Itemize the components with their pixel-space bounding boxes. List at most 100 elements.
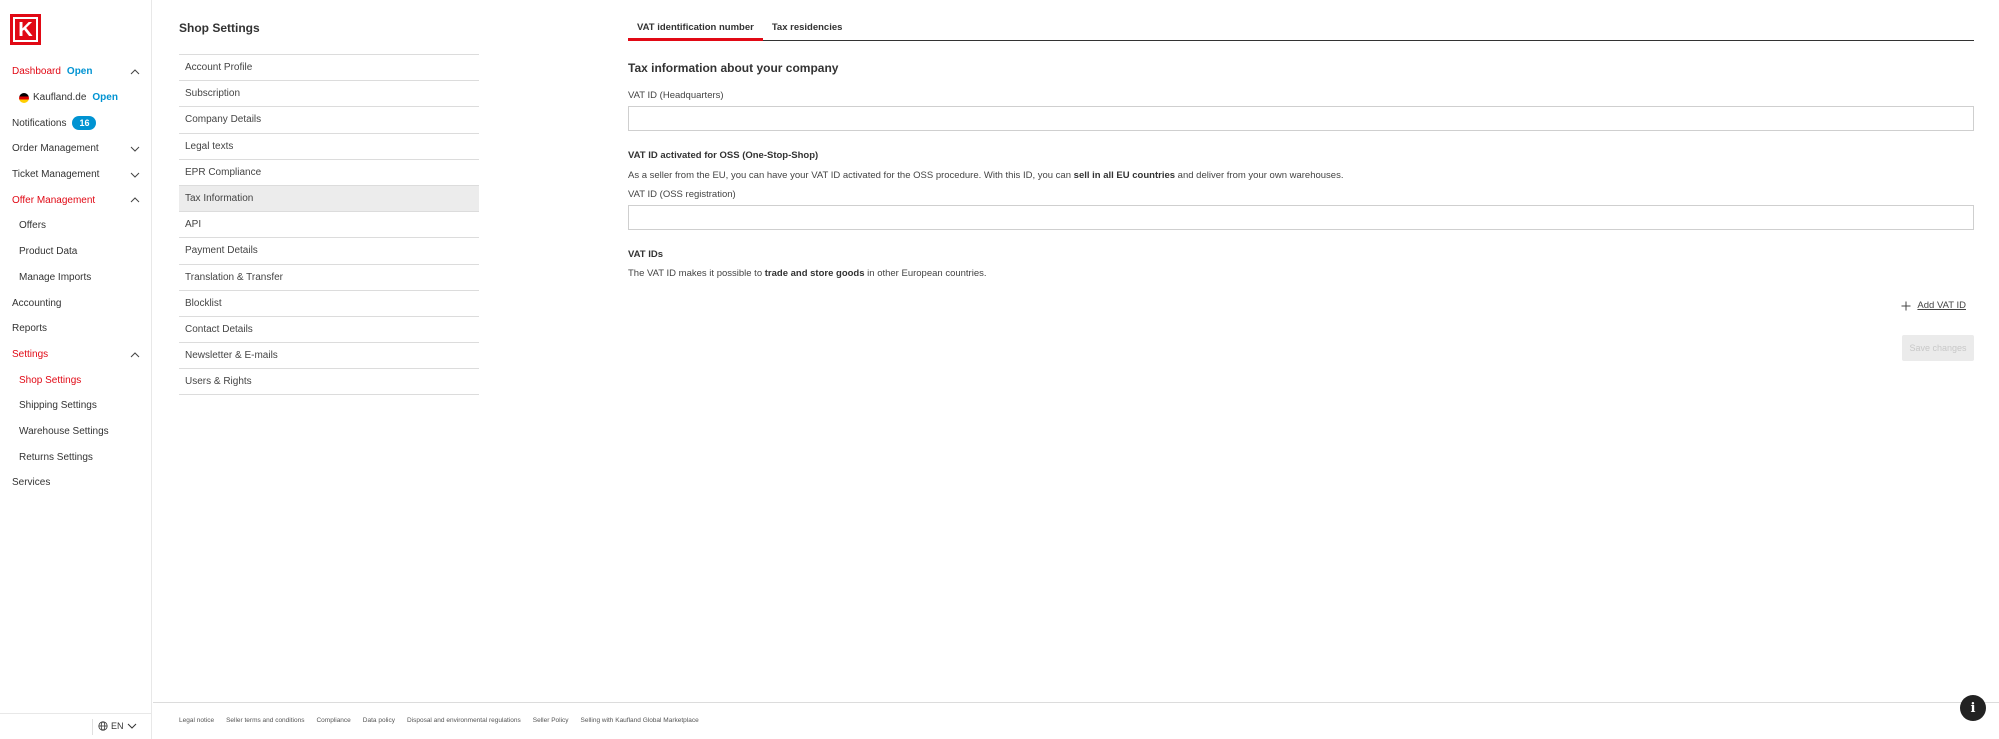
oss-text-1: As a seller from the EU, you can have yo… bbox=[628, 170, 1074, 181]
settings-item-api[interactable]: API bbox=[179, 212, 479, 239]
sidebar-item-label: Services bbox=[12, 477, 51, 489]
sidebar-item-label: Kaufland.de bbox=[33, 92, 87, 104]
oss-text-2: and deliver from your own warehouses. bbox=[1175, 170, 1344, 181]
sidebar-item-label: Returns Settings bbox=[19, 451, 93, 463]
sidebar-item-label: Dashboard bbox=[12, 66, 61, 78]
settings-item-blocklist[interactable]: Blocklist bbox=[179, 291, 479, 317]
sidebar-item-ticket-management[interactable]: Ticket Management bbox=[0, 162, 152, 188]
vat-ids-text-bold: trade and store goods bbox=[764, 268, 865, 279]
plus-icon bbox=[1901, 301, 1911, 310]
sidebar-item-shipping-settings[interactable]: Shipping Settings bbox=[0, 393, 152, 419]
settings-item-subscription[interactable]: Subscription bbox=[179, 81, 479, 108]
sidebar-nav: Dashboard Open Kaufland.de Open Notification… bbox=[0, 59, 152, 496]
sidebar-item-manage-imports[interactable]: Manage Imports bbox=[0, 265, 152, 291]
logo-letter: K bbox=[13, 17, 38, 42]
sidebar-item-services[interactable]: Services bbox=[0, 470, 152, 496]
language-selector[interactable]: EN bbox=[92, 719, 137, 735]
sidebar-item-label: Ticket Management bbox=[12, 169, 100, 181]
vat-oss-input[interactable] bbox=[628, 205, 1974, 230]
sidebar-item-offers[interactable]: Offers bbox=[0, 213, 152, 239]
germany-flag-icon bbox=[19, 92, 29, 103]
sidebar-item-label: Reports bbox=[12, 323, 48, 335]
page-footer: Legal notice Seller terms and conditions C… bbox=[153, 702, 1999, 739]
footer-links: Legal notice Seller terms and conditions C… bbox=[179, 717, 699, 724]
footer-link-legal-notice[interactable]: Legal notice bbox=[179, 717, 214, 724]
sidebar-item-settings[interactable]: Settings bbox=[0, 342, 152, 368]
vat-hq-input[interactable] bbox=[628, 106, 1974, 131]
settings-item-company-details[interactable]: Company Details bbox=[179, 107, 479, 134]
sidebar-footer: EN bbox=[0, 713, 152, 739]
settings-item-payment-details[interactable]: Payment Details bbox=[179, 238, 479, 265]
sidebar: K Dashboard Open Kaufland.de Open Notificati… bbox=[0, 0, 152, 739]
oss-text-bold: sell in all EU countries bbox=[1073, 170, 1176, 181]
chevron-down-icon bbox=[127, 723, 136, 729]
oss-description: As a seller from the EU, you can have yo… bbox=[628, 170, 1343, 181]
sidebar-item-label: Settings bbox=[12, 348, 49, 360]
shop-settings-title: Shop Settings bbox=[179, 21, 260, 35]
chevron-up-icon[interactable] bbox=[130, 195, 140, 205]
language-divider bbox=[92, 719, 93, 735]
footer-link-compliance[interactable]: Compliance bbox=[316, 717, 350, 724]
vat-ids-text-1: The VAT ID makes it possible to bbox=[628, 268, 765, 279]
sidebar-item-label: Offer Management bbox=[12, 194, 96, 206]
settings-item-newsletter-and-e-mails[interactable]: Newsletter & E-mails bbox=[179, 343, 479, 370]
tax-tabs: VAT identification number Tax residencies bbox=[628, 19, 1974, 41]
chevron-up-icon[interactable] bbox=[130, 350, 140, 360]
save-changes-button[interactable]: Save changes bbox=[1902, 335, 1974, 361]
footer-link-data-policy[interactable]: Data policy bbox=[363, 717, 395, 724]
sidebar-item-reports[interactable]: Reports bbox=[0, 316, 152, 342]
chevron-down-icon[interactable] bbox=[130, 170, 140, 180]
tab-tax-residencies[interactable]: Tax residencies bbox=[763, 19, 852, 41]
vat-hq-label: VAT ID (Headquarters) bbox=[628, 90, 724, 101]
settings-item-users-and-rights[interactable]: Users & Rights bbox=[179, 369, 479, 396]
vat-oss-label: VAT ID (OSS registration) bbox=[628, 189, 736, 200]
globe-icon bbox=[98, 721, 108, 731]
shop-settings-list: Account Profile Subscription Company Detai… bbox=[179, 54, 479, 396]
sidebar-item-label: Manage Imports bbox=[19, 271, 92, 283]
sidebar-item-kaufland-de[interactable]: Kaufland.de Open bbox=[0, 85, 152, 111]
sidebar-item-returns-settings[interactable]: Returns Settings bbox=[0, 444, 152, 470]
kaufland-logo[interactable]: K bbox=[10, 14, 41, 45]
settings-item-contact-details[interactable]: Contact Details bbox=[179, 317, 479, 344]
add-vat-id-button[interactable]: Add VAT ID bbox=[1901, 300, 1966, 311]
sidebar-item-shop-settings[interactable]: Shop Settings bbox=[0, 367, 152, 393]
notifications-count-badge: 16 bbox=[72, 116, 97, 131]
settings-item-epr-compliance[interactable]: EPR Compliance bbox=[179, 160, 479, 186]
sidebar-item-product-data[interactable]: Product Data bbox=[0, 239, 152, 265]
tab-vat-identification-number[interactable]: VAT identification number bbox=[628, 19, 763, 41]
sidebar-item-offer-management[interactable]: Offer Management bbox=[0, 187, 152, 213]
sidebar-item-label: Offers bbox=[19, 220, 47, 232]
sidebar-item-warehouse-settings[interactable]: Warehouse Settings bbox=[0, 419, 152, 445]
open-status-tag: Open bbox=[92, 92, 118, 104]
settings-item-tax-information[interactable]: Tax Information bbox=[179, 185, 479, 213]
vat-ids-text-2: in other European countries. bbox=[864, 268, 987, 279]
footer-link-selling-with-kaufland-global-marketplace[interactable]: Selling with Kaufland Global Marketplace bbox=[581, 717, 699, 724]
settings-item-legal-texts[interactable]: Legal texts bbox=[179, 134, 479, 160]
sidebar-item-notifications[interactable]: Notifications 16 bbox=[0, 110, 152, 136]
info-button[interactable]: i bbox=[1960, 695, 1986, 721]
chevron-down-icon[interactable] bbox=[130, 144, 140, 154]
oss-title: VAT ID activated for OSS (One-Stop-Shop) bbox=[628, 150, 819, 161]
sidebar-item-label: Accounting bbox=[12, 297, 62, 309]
vat-ids-description: The VAT ID makes it possible to trade an… bbox=[628, 268, 987, 279]
footer-link-seller-policy[interactable]: Seller Policy bbox=[533, 717, 569, 724]
sidebar-item-dashboard[interactable]: Dashboard Open bbox=[0, 59, 152, 85]
sidebar-item-order-management[interactable]: Order Management bbox=[0, 136, 152, 162]
sidebar-item-label: Shop Settings bbox=[19, 374, 82, 386]
sidebar-item-label: Product Data bbox=[19, 246, 78, 258]
chevron-up-icon[interactable] bbox=[130, 67, 140, 77]
vat-ids-title: VAT IDs bbox=[628, 249, 664, 260]
footer-link-disposal-and-environmental-regulations[interactable]: Disposal and environmental regulations bbox=[407, 717, 521, 724]
settings-item-account-profile[interactable]: Account Profile bbox=[179, 55, 479, 82]
sidebar-item-label: Shipping Settings bbox=[19, 400, 97, 412]
tax-info-heading: Tax information about your company bbox=[628, 61, 839, 75]
sidebar-item-label: Notifications bbox=[12, 117, 67, 129]
open-status-tag: Open bbox=[66, 66, 93, 78]
settings-item-translation-and-transfer[interactable]: Translation & Transfer bbox=[179, 265, 479, 291]
sidebar-item-label: Warehouse Settings bbox=[19, 425, 109, 437]
sidebar-item-label: Order Management bbox=[12, 143, 99, 155]
language-code: EN bbox=[111, 721, 124, 731]
sidebar-item-accounting[interactable]: Accounting bbox=[0, 290, 152, 316]
add-vat-id-label: Add VAT ID bbox=[1917, 300, 1966, 311]
footer-link-seller-terms-and-conditions[interactable]: Seller terms and conditions bbox=[226, 717, 304, 724]
